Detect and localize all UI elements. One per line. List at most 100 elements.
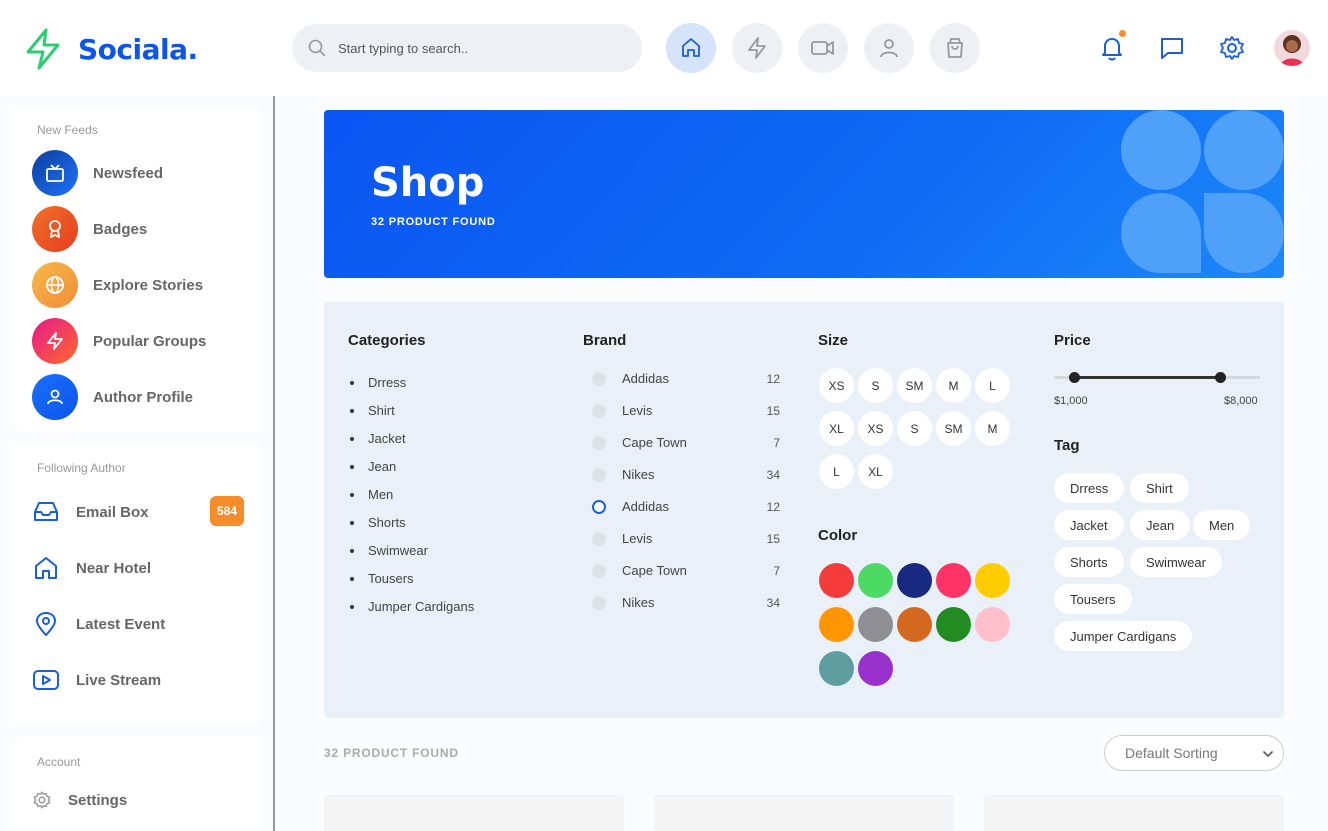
settings-button[interactable] — [1212, 28, 1252, 68]
messages-button[interactable] — [1152, 28, 1192, 68]
category-item[interactable]: Swimwear — [350, 543, 428, 558]
size-option[interactable]: XS — [858, 411, 893, 446]
color-swatch[interactable] — [858, 607, 893, 642]
category-item[interactable]: Shorts — [350, 515, 406, 530]
radio-button[interactable] — [592, 563, 606, 578]
size-option[interactable]: SM — [936, 411, 971, 446]
tag-chip[interactable]: Jumper Cardigans — [1054, 621, 1193, 651]
sidebar-item-email-box[interactable]: Email Box — [32, 498, 149, 526]
brand-option[interactable]: Addidas 12 — [592, 371, 780, 386]
radio-button[interactable] — [592, 371, 606, 386]
color-swatch[interactable] — [858, 651, 893, 686]
size-option[interactable]: XL — [819, 411, 854, 446]
product-card[interactable] — [984, 795, 1284, 831]
sort-select[interactable]: Default Sorting — [1104, 735, 1284, 771]
color-swatch[interactable] — [936, 607, 971, 642]
product-card[interactable] — [324, 795, 624, 831]
sidebar-item-near-hotel[interactable]: Near Hotel — [32, 554, 151, 582]
sidebar-item-settings[interactable]: Settings — [32, 790, 127, 810]
nav-video-button[interactable] — [798, 23, 848, 73]
sidebar-item-newsfeed[interactable]: Newsfeed — [32, 150, 163, 196]
sidebar-item-live-stream[interactable]: Live Stream — [32, 666, 161, 694]
sidebar-item-label: Email Box — [76, 503, 149, 521]
sidebar-item-popular-groups[interactable]: Popular Groups — [32, 318, 206, 364]
radio-button[interactable] — [592, 531, 606, 546]
avatar — [1274, 30, 1310, 66]
home-icon — [35, 557, 57, 579]
brand-option[interactable]: Addidas 12 — [592, 499, 780, 514]
brand-name: Cape Town — [622, 563, 687, 578]
tag-chip[interactable]: Jacket — [1054, 510, 1124, 540]
sidebar-item-badges[interactable]: Badges — [32, 206, 147, 252]
size-option[interactable]: L — [819, 454, 854, 489]
category-item[interactable]: Tousers — [350, 571, 414, 586]
brand-count: 15 — [766, 531, 780, 546]
page-title: Shop — [371, 160, 485, 206]
tag-chip[interactable]: Shirt — [1130, 473, 1189, 503]
category-item[interactable]: Drress — [350, 375, 406, 390]
radio-button-selected[interactable] — [592, 499, 606, 514]
price-min-handle[interactable] — [1069, 372, 1080, 383]
radio-button[interactable] — [592, 403, 606, 418]
category-item[interactable]: Shirt — [350, 403, 395, 418]
size-option[interactable]: S — [858, 368, 893, 403]
size-option[interactable]: XS — [819, 368, 854, 403]
size-option[interactable]: M — [975, 411, 1010, 446]
notification-dot — [1119, 30, 1126, 37]
brand-option[interactable]: Levis 15 — [592, 403, 780, 418]
notifications-button[interactable] — [1092, 28, 1132, 68]
tag-chip[interactable]: Jean — [1130, 510, 1191, 540]
sidebar-item-explore-stories[interactable]: Explore Stories — [32, 262, 203, 308]
radio-button[interactable] — [592, 467, 606, 482]
gear-icon — [1220, 36, 1244, 60]
nav-stories-button[interactable] — [732, 23, 782, 73]
category-item[interactable]: Men — [350, 487, 393, 502]
brand-option[interactable]: Cape Town 7 — [592, 563, 780, 578]
category-item[interactable]: Jacket — [350, 431, 406, 446]
chat-icon — [1161, 38, 1183, 59]
product-card[interactable] — [654, 795, 954, 831]
lightning-icon — [748, 37, 766, 59]
size-option[interactable]: XL — [858, 454, 893, 489]
price-max-handle[interactable] — [1215, 372, 1226, 383]
user-avatar-button[interactable] — [1272, 28, 1312, 68]
tag-chip[interactable]: Drress — [1054, 473, 1125, 503]
size-option[interactable]: S — [897, 411, 932, 446]
tag-chip[interactable]: Shorts — [1054, 547, 1124, 577]
sidebar-item-author-profile[interactable]: Author Profile — [32, 374, 193, 420]
sidebar-item-latest-event[interactable]: Latest Event — [32, 610, 165, 638]
brand-option[interactable]: Nikes 34 — [592, 595, 780, 610]
brand-option[interactable]: Nikes 34 — [592, 467, 780, 482]
brand-option[interactable]: Levis 15 — [592, 531, 780, 546]
nav-shop-button[interactable] — [930, 23, 980, 73]
search-icon — [308, 39, 326, 57]
color-swatch[interactable] — [819, 607, 854, 642]
color-swatch[interactable] — [975, 607, 1010, 642]
decorative-shape — [1204, 110, 1284, 190]
size-option[interactable]: SM — [897, 368, 932, 403]
tag-chip[interactable]: Tousers — [1054, 584, 1132, 614]
brand-option[interactable]: Cape Town 7 — [592, 435, 780, 450]
color-swatch[interactable] — [858, 563, 893, 598]
size-option[interactable]: L — [975, 368, 1010, 403]
color-swatch[interactable] — [897, 607, 932, 642]
size-option[interactable]: M — [936, 368, 971, 403]
radio-button[interactable] — [592, 595, 606, 610]
search-input[interactable] — [338, 40, 618, 56]
color-swatch[interactable] — [897, 563, 932, 598]
color-swatch[interactable] — [975, 563, 1010, 598]
chevron-down-icon — [1263, 751, 1273, 757]
nav-home-button[interactable] — [666, 23, 716, 73]
search-bar[interactable] — [292, 24, 642, 72]
color-swatch[interactable] — [819, 651, 854, 686]
category-item[interactable]: Jean — [350, 459, 396, 474]
tag-chip[interactable]: Men — [1193, 510, 1251, 540]
tag-chip[interactable]: Swimwear — [1130, 547, 1222, 577]
color-swatch[interactable] — [819, 563, 854, 598]
logo[interactable]: Sociala. — [24, 28, 198, 70]
category-item[interactable]: Jumper Cardigans — [350, 599, 474, 614]
radio-button[interactable] — [592, 435, 606, 450]
account-card: Account Settings — [12, 736, 262, 831]
color-swatch[interactable] — [936, 563, 971, 598]
nav-profile-button[interactable] — [864, 23, 914, 73]
